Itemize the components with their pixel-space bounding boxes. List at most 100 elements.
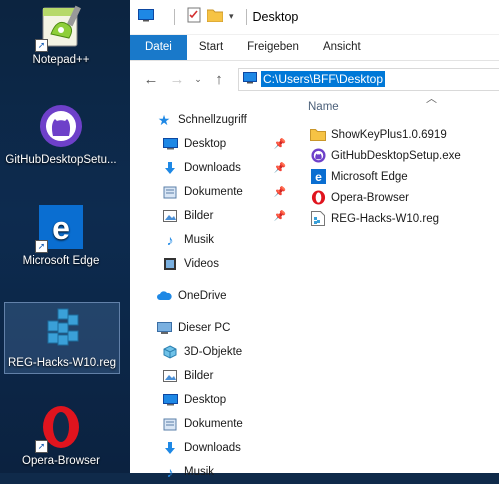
properties-icon[interactable] — [187, 7, 201, 26]
window-title: Desktop — [252, 9, 299, 24]
documents-icon — [162, 416, 178, 432]
nav-label: Bilder — [184, 210, 214, 222]
pin-icon[interactable]: 📌 — [274, 163, 286, 174]
file-name: REG-Hacks-W10.reg — [331, 212, 439, 225]
nav-item-desktop-pc[interactable]: Desktop — [130, 388, 292, 412]
column-label: Name — [308, 101, 339, 113]
music-icon: ♪ — [166, 464, 174, 480]
nav-label: Schnellzugriff — [178, 114, 247, 126]
nav-onedrive[interactable]: OneDrive — [130, 284, 292, 308]
nav-item-music[interactable]: ♪ Musik — [130, 228, 292, 252]
nav-this-pc[interactable]: Dieser PC — [130, 316, 292, 340]
chevron-down-icon[interactable]: ▾ — [229, 11, 234, 22]
nav-item-documents[interactable]: Dokumente 📌 — [130, 180, 292, 204]
github-desktop-icon — [310, 148, 326, 164]
nav-item-downloads[interactable]: Downloads 📌 — [130, 156, 292, 180]
nav-quick-access[interactable]: ★ Schnellzugriff — [130, 108, 292, 132]
new-folder-icon[interactable] — [206, 8, 224, 25]
pin-icon[interactable]: 📌 — [274, 139, 286, 150]
tab-start[interactable]: Start — [187, 35, 235, 60]
desktop-icon-github[interactable]: GitHubDesktopSetu... — [4, 102, 118, 166]
desktop-icon-label: Notepad++ — [32, 54, 90, 66]
videos-icon — [162, 256, 178, 272]
desktop-icon-edge[interactable]: e ➚ Microsoft Edge — [4, 203, 118, 267]
column-header-name[interactable]: ︿ Name — [292, 93, 499, 118]
desktop-folder-icon — [162, 136, 178, 152]
tab-file[interactable]: Datei — [130, 35, 187, 60]
nav-label: 3D-Objekte — [184, 346, 243, 358]
recent-locations-chevron-icon[interactable]: ⌄ — [190, 74, 206, 85]
desktop-icon-label: GitHubDesktopSetu... — [5, 154, 117, 166]
back-arrow-icon[interactable]: ← — [138, 71, 164, 88]
svg-text:e: e — [52, 210, 70, 246]
star-icon: ★ — [157, 111, 171, 128]
quick-access-toolbar: ▾ — [168, 7, 253, 26]
pin-icon[interactable]: 📌 — [274, 187, 286, 198]
edge-icon: e ➚ — [35, 203, 85, 253]
opera-icon — [310, 190, 326, 206]
svg-text:e: e — [315, 170, 322, 184]
nav-item-videos[interactable]: Videos — [130, 252, 292, 276]
nav-label: Desktop — [184, 138, 227, 150]
desktop-icon-label: Opera-Browser — [22, 455, 100, 467]
reg-file-icon — [310, 211, 326, 227]
nav-label: Dokumente — [184, 418, 243, 430]
file-name: GitHubDesktopSetup.exe — [331, 149, 461, 162]
file-row[interactable]: Opera-Browser — [292, 187, 499, 208]
pictures-icon — [162, 368, 178, 384]
nav-label: Musik — [184, 234, 215, 246]
divider — [174, 8, 175, 25]
nav-label: Musik — [184, 466, 215, 478]
documents-icon — [162, 184, 178, 200]
nav-item-pictures-pc[interactable]: Bilder — [130, 364, 292, 388]
nav-item-desktop[interactable]: Desktop 📌 — [130, 132, 292, 156]
github-desktop-icon — [37, 102, 85, 150]
file-row[interactable]: e Microsoft Edge — [292, 166, 499, 187]
address-text[interactable]: C:\Users\BFF\Desktop — [261, 71, 386, 87]
nav-label: Videos — [184, 258, 219, 270]
notepadpp-icon: ➚ — [35, 2, 85, 52]
nav-label: OneDrive — [178, 290, 227, 302]
nav-item-3d-objects[interactable]: 3D-Objekte — [130, 340, 292, 364]
file-row[interactable]: ShowKeyPlus1.0.6919 — [292, 124, 499, 145]
address-bar[interactable]: C:\Users\BFF\Desktop — [238, 67, 499, 91]
folder-icon — [310, 127, 326, 143]
downloads-icon — [162, 440, 178, 456]
forward-arrow-icon[interactable]: → — [164, 71, 190, 88]
pin-icon[interactable]: 📌 — [274, 211, 286, 222]
reg-file-icon — [38, 305, 86, 353]
desktop-icon-reg-hacks[interactable]: REG-Hacks-W10.reg — [4, 302, 120, 374]
up-arrow-icon[interactable]: ↑ — [206, 71, 232, 88]
nav-label: Downloads — [184, 162, 241, 174]
file-name: Opera-Browser — [331, 191, 409, 204]
desktop-icon-label: Microsoft Edge — [22, 255, 100, 267]
desktop-icon-opera[interactable]: ➚ Opera-Browser — [4, 403, 118, 467]
nav-label: Dokumente — [184, 186, 243, 198]
desktop-icon-notepadpp[interactable]: ➚ Notepad++ — [4, 2, 118, 66]
file-row[interactable]: REG-Hacks-W10.reg — [292, 208, 499, 229]
nav-label: Downloads — [184, 442, 241, 454]
explorer-window: ▾ Desktop Datei Start Freigeben Ansicht … — [130, 0, 499, 480]
nav-item-documents-pc[interactable]: Dokumente — [130, 412, 292, 436]
tab-view[interactable]: Ansicht — [311, 35, 373, 60]
downloads-icon — [162, 160, 178, 176]
title-bar: ▾ Desktop — [130, 0, 499, 34]
divider — [245, 8, 247, 25]
file-list-pane: ︿ Name ShowKeyPlus1.0.6919 GitHubDesktop… — [292, 93, 499, 473]
nav-item-music-pc[interactable]: ♪ Musik — [130, 460, 292, 484]
opera-icon: ➚ — [35, 403, 85, 453]
file-row[interactable]: GitHubDesktopSetup.exe — [292, 145, 499, 166]
ribbon-tabs: Datei Start Freigeben Ansicht — [130, 34, 499, 61]
3d-objects-icon — [162, 344, 178, 360]
tab-share[interactable]: Freigeben — [235, 35, 311, 60]
desktop-location-icon — [243, 71, 257, 87]
pictures-icon — [162, 208, 178, 224]
sort-ascending-icon: ︿ — [426, 93, 437, 105]
file-name: ShowKeyPlus1.0.6919 — [331, 128, 447, 141]
nav-label: Dieser PC — [178, 322, 231, 334]
nav-item-pictures[interactable]: Bilder 📌 — [130, 204, 292, 228]
nav-item-downloads-pc[interactable]: Downloads — [130, 436, 292, 460]
explorer-body: ★ Schnellzugriff Desktop 📌 Downloads 📌 D… — [130, 93, 499, 480]
desktop-window-icon — [138, 8, 154, 25]
desktop-folder-icon — [162, 392, 178, 408]
